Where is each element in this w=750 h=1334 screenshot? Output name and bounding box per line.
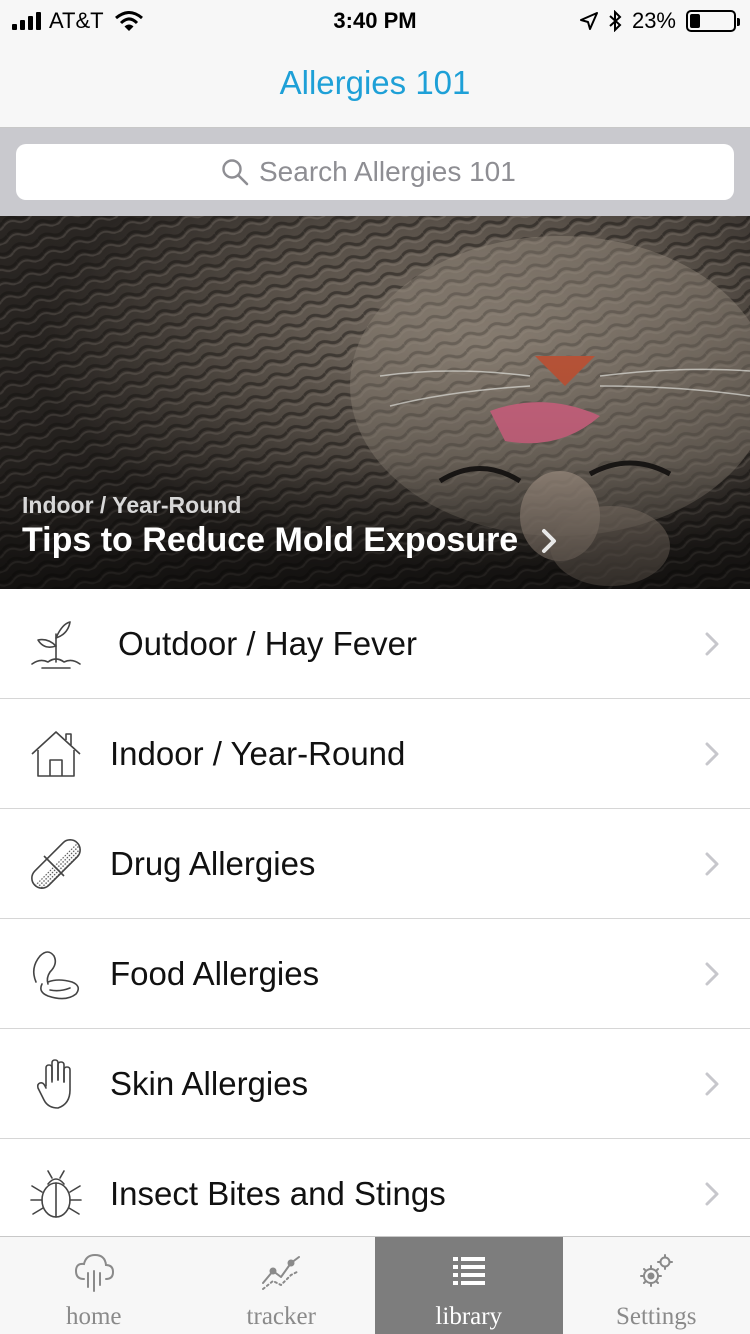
- peanut-icon: [32, 951, 80, 1000]
- gears-icon: [640, 1254, 674, 1287]
- tab-home[interactable]: home: [0, 1237, 188, 1334]
- list-item-insect-bites-and-stings[interactable]: Insect Bites and Stings: [0, 1139, 750, 1249]
- search-input[interactable]: [259, 156, 529, 188]
- location-arrow-icon: [579, 12, 598, 30]
- chevron-right-icon: [705, 1072, 719, 1096]
- list-item-indoor-year-round[interactable]: Indoor / Year-Round: [0, 699, 750, 809]
- category-list: Outdoor / Hay Fever Indoor / Year-Round …: [0, 589, 750, 1249]
- cloud-rain-icon: [74, 1253, 114, 1292]
- list-item-label: Insect Bites and Stings: [110, 1174, 446, 1212]
- tab-label: home: [65, 1303, 122, 1330]
- house-icon: [31, 731, 81, 777]
- bluetooth-icon: [609, 10, 622, 32]
- list-item-label: Food Allergies: [110, 954, 320, 992]
- featured-title-row: Tips to Reduce Mold Exposure: [22, 521, 558, 560]
- search-icon: [222, 159, 249, 186]
- tab-label: tracker: [246, 1303, 316, 1330]
- battery-icon: [686, 10, 740, 32]
- beetle-icon: [30, 1170, 82, 1218]
- pill-icon: [29, 837, 84, 892]
- featured-article[interactable]: Indoor / Year-Round Tips to Reduce Mold …: [0, 216, 750, 589]
- list-item-food-allergies[interactable]: Food Allergies: [0, 919, 750, 1029]
- tab-library[interactable]: library: [375, 1237, 563, 1334]
- list-item-skin-allergies[interactable]: Skin Allergies: [0, 1029, 750, 1139]
- hand-icon: [36, 1059, 71, 1109]
- chevron-right-icon: [705, 1182, 719, 1206]
- list-item-label: Outdoor / Hay Fever: [118, 624, 417, 662]
- featured-title: Tips to Reduce Mold Exposure: [22, 521, 519, 559]
- tab-tracker[interactable]: tracker: [188, 1237, 376, 1334]
- featured-category: Indoor / Year-Round: [22, 492, 242, 518]
- sprout-icon: [31, 621, 81, 669]
- chevron-right-icon: [705, 632, 719, 656]
- list-item-outdoor-hay-fever[interactable]: Outdoor / Hay Fever: [0, 589, 750, 699]
- trend-chart-icon: [262, 1256, 301, 1290]
- tab-settings[interactable]: Settings: [563, 1237, 750, 1334]
- list-item-label: Skin Allergies: [110, 1064, 309, 1102]
- chevron-right-icon: [542, 528, 557, 553]
- tab-label: Settings: [615, 1303, 697, 1330]
- chevron-right-icon: [705, 852, 719, 876]
- navigation-bar: Allergies 101: [0, 40, 750, 128]
- list-item-label: Indoor / Year-Round: [110, 734, 406, 772]
- battery-percent: 23%: [631, 8, 676, 33]
- list-item-drug-allergies[interactable]: Drug Allergies: [0, 809, 750, 919]
- chevron-right-icon: [705, 962, 719, 986]
- status-bar: AT&T 3:40 PM 23%: [0, 0, 750, 40]
- tab-label: library: [435, 1303, 503, 1330]
- page-title: Allergies 101: [279, 64, 471, 101]
- tab-bar: home tracker library Settings: [0, 1236, 750, 1334]
- list-icon: [452, 1257, 485, 1285]
- search-bar: [0, 128, 750, 216]
- search-box[interactable]: [16, 144, 734, 200]
- chevron-right-icon: [705, 742, 719, 766]
- status-right: 23%: [579, 8, 740, 34]
- list-item-label: Drug Allergies: [110, 844, 316, 882]
